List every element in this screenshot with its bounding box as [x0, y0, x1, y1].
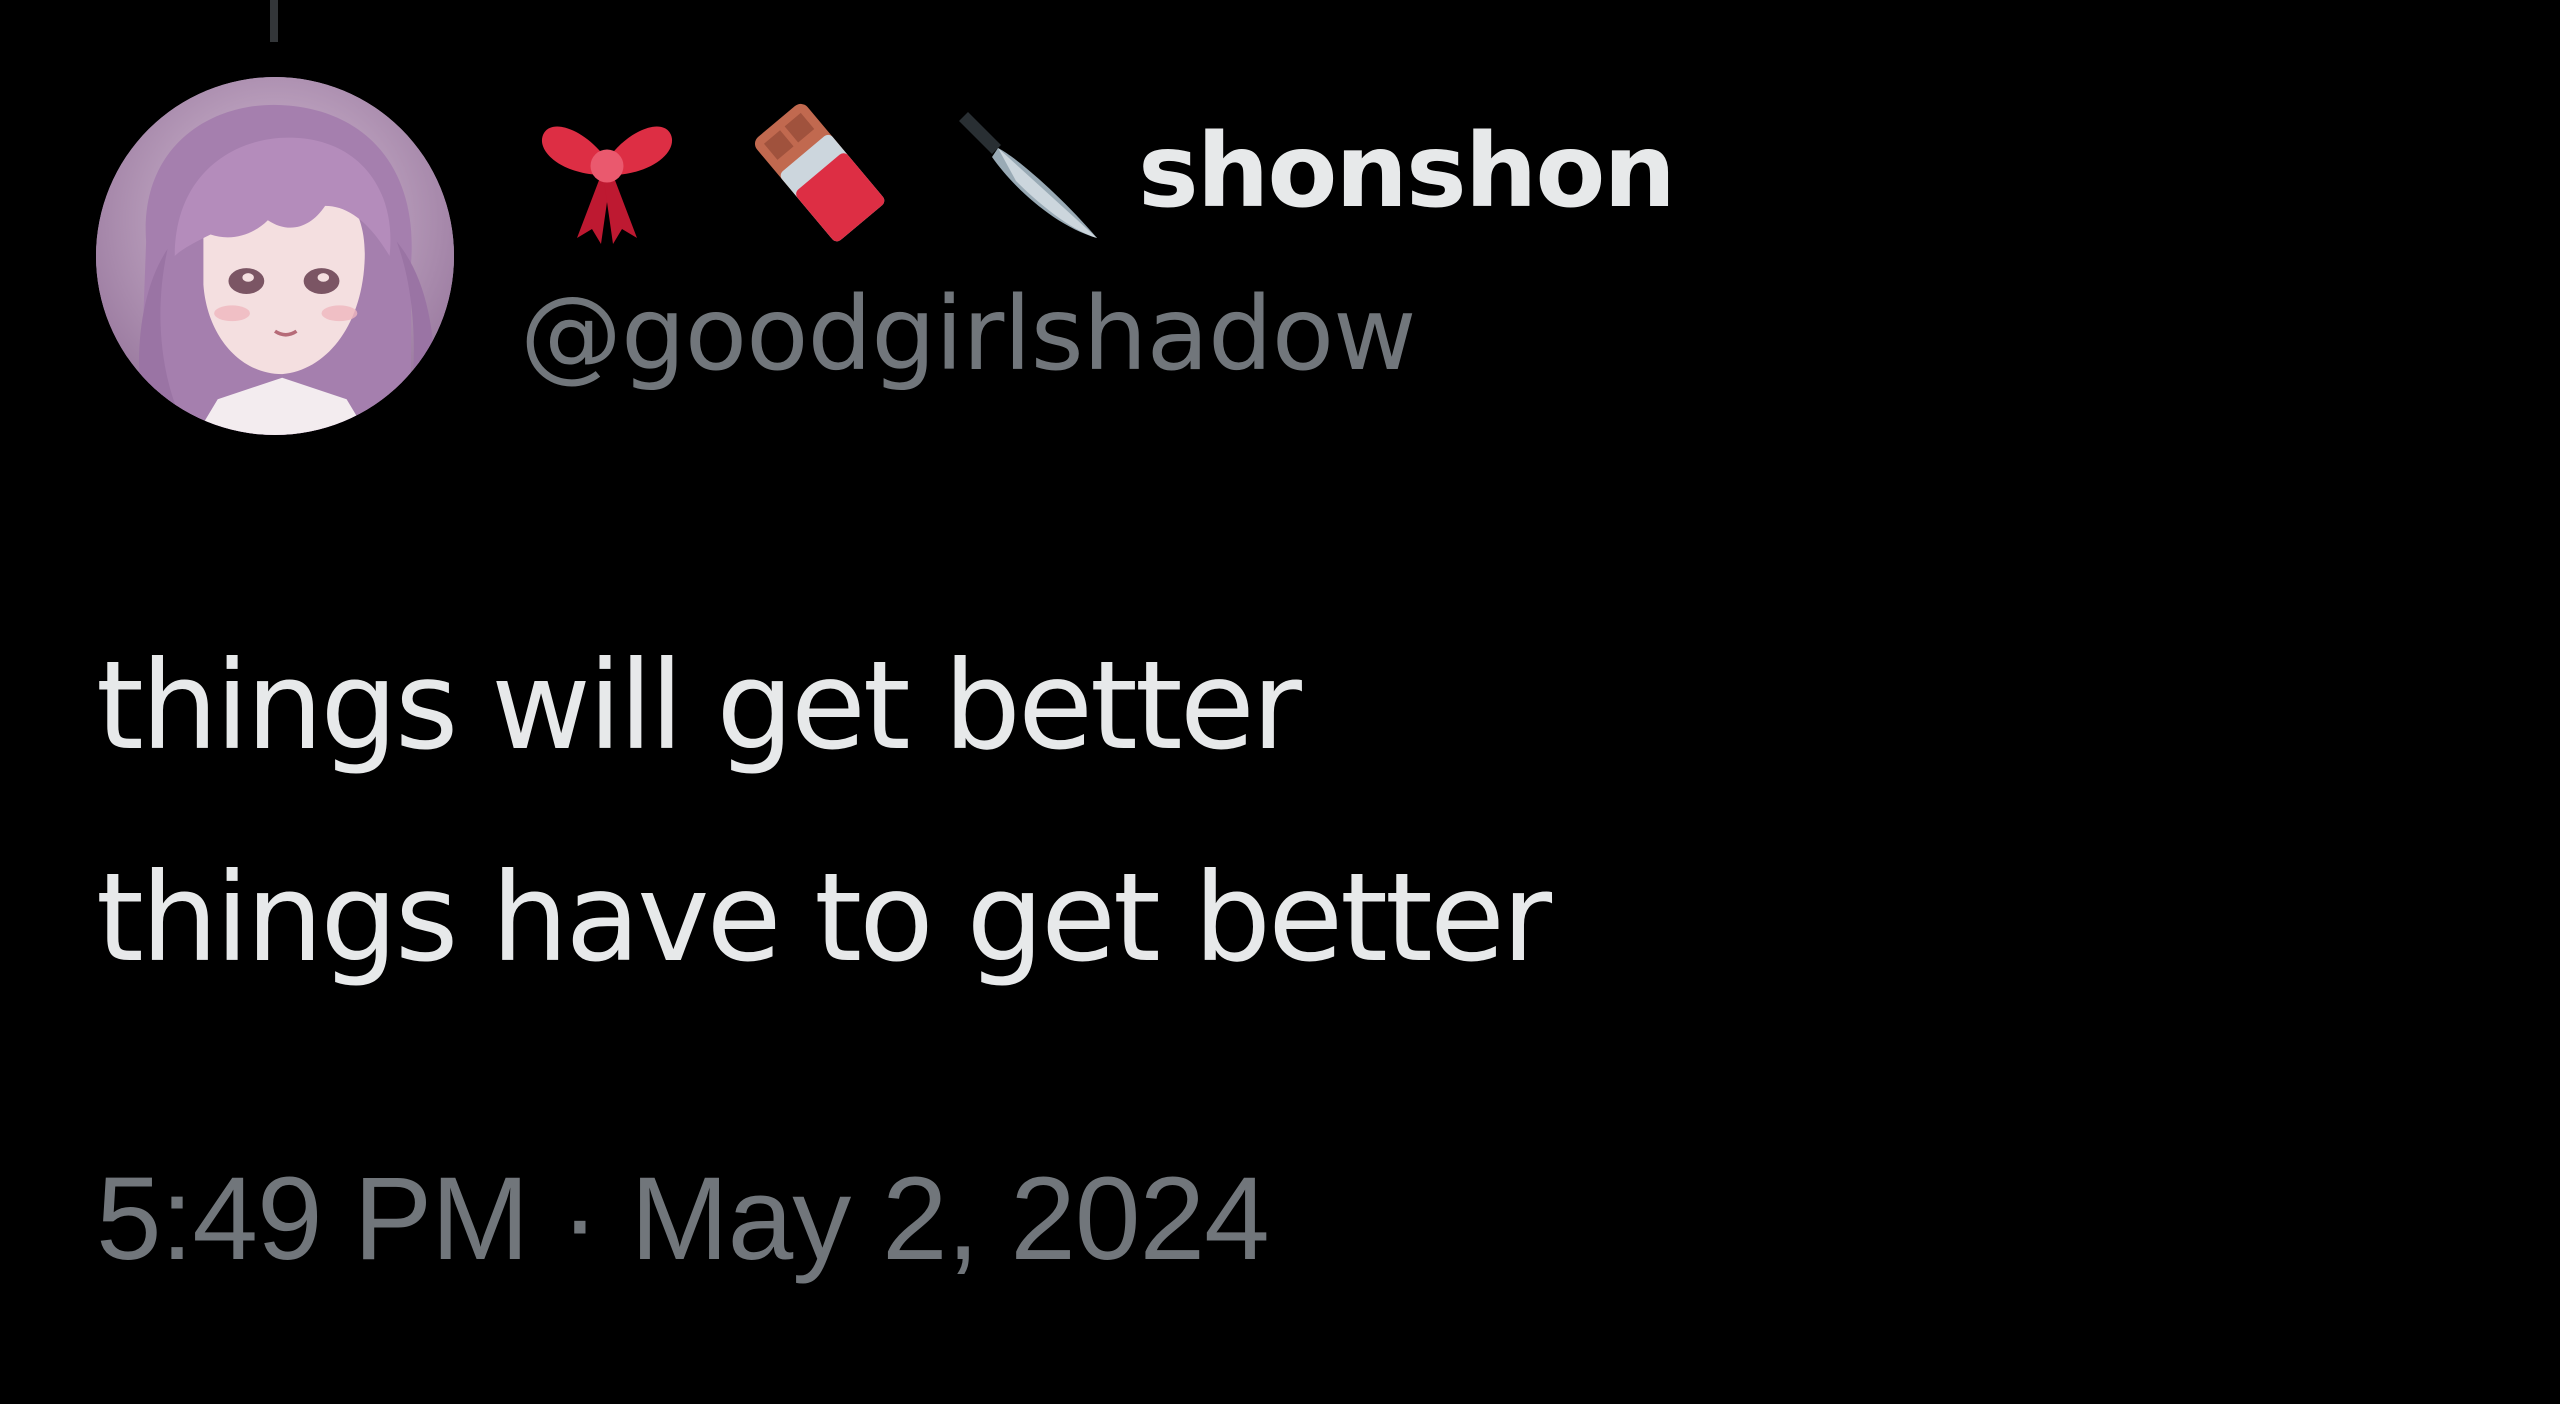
timestamp-separator: ·: [528, 1153, 631, 1285]
avatar-image: [96, 77, 454, 435]
avatar[interactable]: [96, 77, 454, 435]
thread-connector-line: [270, 0, 278, 42]
ribbon-emoji: [532, 97, 682, 247]
kitchen-knife-emoji: [956, 97, 1106, 247]
display-name[interactable]: shonshon: [1138, 121, 1676, 223]
tweet-date[interactable]: May 2, 2024: [630, 1153, 1269, 1285]
chocolate-bar-emoji: [744, 97, 894, 247]
tweet-page: shonshon @goodgirlshadow things will get…: [0, 0, 2560, 1404]
tweet-text: things will get better things have to ge…: [96, 600, 1552, 1024]
tweet-timestamp[interactable]: 5:49 PM · May 2, 2024: [96, 1160, 1270, 1278]
user-handle[interactable]: @goodgirlshadow: [520, 284, 1417, 386]
tweet-text-line: things have to get better: [96, 847, 1552, 989]
tweet-text-line: things will get better: [96, 635, 1302, 777]
display-name-row[interactable]: shonshon: [532, 82, 1676, 262]
tweet-time[interactable]: 5:49 PM: [96, 1153, 529, 1285]
